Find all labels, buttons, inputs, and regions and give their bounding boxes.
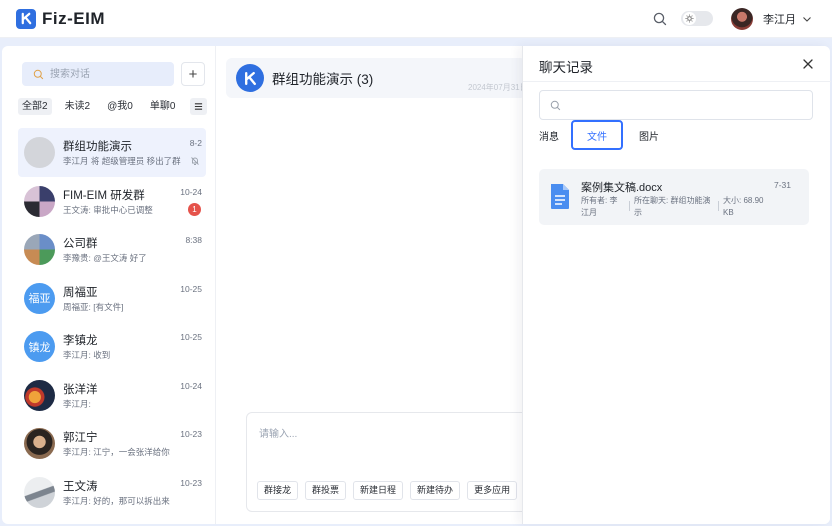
conversation-list: 群组功能演示 8-2 李江月 将 超级管理员 移出了群 FIM-EIM 研发群 …	[18, 128, 206, 516]
conversation-time: 10-24	[180, 380, 202, 391]
message-composer: 群接龙 群投票 新建日程 新建待办 更多应用	[246, 412, 536, 512]
panel-title: 聊天记录	[539, 60, 593, 75]
conversation-time: 8-2	[189, 138, 202, 148]
meta-divider	[629, 201, 630, 211]
conversation-time: 10-24	[180, 186, 202, 197]
sun-icon	[683, 12, 696, 25]
app-name: Fiz-EIM	[42, 8, 105, 28]
tab-files[interactable]: 文件	[571, 120, 623, 150]
search-icon	[550, 100, 561, 110]
file-chat: 所在聊天: 群组功能演示	[634, 196, 711, 217]
conversation-preview: 王文涛: 审批中心已调整	[63, 204, 153, 215]
conversation-name: FIM-EIM 研发群	[63, 189, 145, 202]
conversation-item[interactable]: 公司群 8:38 李豫贵: @王文涛 好了	[18, 225, 206, 274]
file-date: 7-31	[773, 180, 791, 190]
user-avatar[interactable]	[731, 7, 753, 30]
chat-date: 2024年07月31日	[468, 83, 528, 92]
add-conversation-button[interactable]: +	[181, 62, 205, 86]
conversation-name: 张洋洋	[63, 383, 98, 396]
avatar	[24, 185, 55, 217]
theme-toggle[interactable]	[681, 11, 713, 26]
unread-badge: 1	[188, 202, 201, 216]
history-search-input[interactable]	[567, 98, 797, 112]
tab-images[interactable]: 图片	[639, 128, 659, 143]
logo-icon	[16, 8, 36, 29]
conversation-item[interactable]: 郭江宁 10-23 李江月: 江宁，一会张洋给你	[18, 419, 206, 468]
top-bar: Fiz-EIM 李江月	[0, 0, 832, 38]
conversation-name: 王文涛	[63, 480, 98, 493]
conversation-item[interactable]: 张洋洋 10-24 李江月:	[18, 371, 206, 420]
conversation-name: 群组功能演示	[63, 141, 132, 153]
new-todo-button[interactable]: 新建待办	[410, 481, 461, 500]
user-name[interactable]: 李江月	[763, 11, 796, 27]
conversation-preview: 李江月: 江宁，一会张洋给你	[63, 447, 170, 457]
conversation-filters: 全部2 未读2 @我0 单聊0	[18, 98, 188, 115]
conversation-name: 李镇龙	[63, 335, 98, 347]
conversation-time: 8:38	[185, 235, 202, 245]
chat-title[interactable]: 群组功能演示 (3)	[272, 68, 373, 88]
group-relay-button[interactable]: 群接龙	[257, 481, 299, 500]
file-item[interactable]: 案例集文稿.docx 7-31 所有者: 李江月 所在聊天: 群组功能演示 大小…	[539, 169, 809, 225]
file-name: 案例集文稿.docx	[581, 182, 663, 194]
conversation-preview: 周福亚: [有文件]	[63, 301, 124, 312]
list-menu-icon[interactable]	[190, 98, 207, 115]
quick-actions: 群接龙 群投票 新建日程 新建待办 更多应用	[257, 481, 524, 500]
chevron-down-icon[interactable]	[802, 14, 812, 24]
conversation-item[interactable]: 镇龙 李镇龙 10-25 李江月: 收到	[18, 322, 206, 371]
avatar	[24, 234, 55, 265]
app-logo[interactable]: Fiz-EIM	[16, 8, 105, 29]
avatar: 福亚	[24, 282, 55, 314]
conversation-preview: 李江月:	[63, 398, 91, 409]
conversation-name: 公司群	[63, 238, 98, 250]
conversation-preview: 李江月 将 超级管理员 移出了群	[63, 156, 181, 166]
conversation-preview: 李豫贵: @王文涛 好了	[63, 253, 147, 263]
conversation-search-input[interactable]	[48, 67, 158, 81]
conversation-search[interactable]	[22, 62, 174, 86]
conversation-time: 10-23	[180, 477, 202, 488]
file-meta: 所有者: 李江月 所在聊天: 群组功能演示 大小: 68.90 KB	[581, 195, 771, 219]
search-icon[interactable]	[652, 11, 668, 27]
conversation-preview: 李江月: 收到	[63, 350, 111, 360]
conversation-name: 周福亚	[63, 286, 98, 299]
filter-all[interactable]: 全部2	[18, 98, 52, 115]
filter-unread[interactable]: 未读2	[61, 98, 95, 115]
conversation-sidebar: + 全部2 未读2 @我0 单聊0 群组功能演示 8-2 李江月 将 超级管理员…	[16, 46, 216, 524]
mute-bell-icon	[191, 157, 199, 165]
new-schedule-button[interactable]: 新建日程	[353, 481, 404, 500]
close-icon[interactable]	[802, 58, 814, 70]
chat-history-panel: 聊天记录 消息 文件 图片 案例集文稿.docx 7-31 所有者: 李江月 所…	[522, 46, 831, 524]
group-avatar	[236, 64, 264, 92]
conversation-item[interactable]: 福亚 周福亚 10-25 周福亚: [有文件]	[18, 274, 206, 323]
avatar	[24, 379, 55, 411]
conversation-time: 10-23	[180, 429, 202, 439]
message-input[interactable]	[257, 423, 517, 453]
group-vote-button[interactable]: 群投票	[305, 481, 347, 500]
conversation-name: 郭江宁	[63, 432, 98, 444]
filter-direct[interactable]: 单聊0	[146, 98, 180, 115]
file-owner: 所有者: 李江月	[581, 196, 618, 217]
chat-header: 群组功能演示 (3) 2024年07月31日	[226, 58, 528, 98]
conversation-item[interactable]: FIM-EIM 研发群 10-24 王文涛: 审批中心已调整 1	[18, 177, 206, 226]
avatar	[24, 428, 55, 459]
tab-messages[interactable]: 消息	[539, 128, 559, 143]
avatar: 镇龙	[24, 331, 55, 362]
history-search[interactable]	[539, 90, 813, 120]
meta-divider	[718, 201, 719, 211]
divider	[523, 81, 831, 82]
search-icon	[33, 69, 44, 79]
filter-mentions[interactable]: @我0	[103, 98, 137, 115]
avatar	[24, 476, 55, 508]
conversation-item[interactable]: 群组功能演示 8-2 李江月 将 超级管理员 移出了群	[18, 128, 206, 177]
conversation-item[interactable]: 王文涛 10-23 李江月: 好的，那可以拆出来	[18, 468, 206, 517]
conversation-time: 10-25	[180, 283, 202, 294]
conversation-preview: 李江月: 好的，那可以拆出来	[63, 495, 170, 506]
file-size: 大小: 68.90 KB	[723, 196, 764, 217]
conversation-time: 10-25	[180, 332, 202, 342]
document-icon	[551, 184, 569, 209]
history-tabs: 消息 文件 图片	[539, 120, 675, 150]
avatar	[24, 137, 55, 168]
more-apps-button[interactable]: 更多应用	[467, 481, 518, 500]
